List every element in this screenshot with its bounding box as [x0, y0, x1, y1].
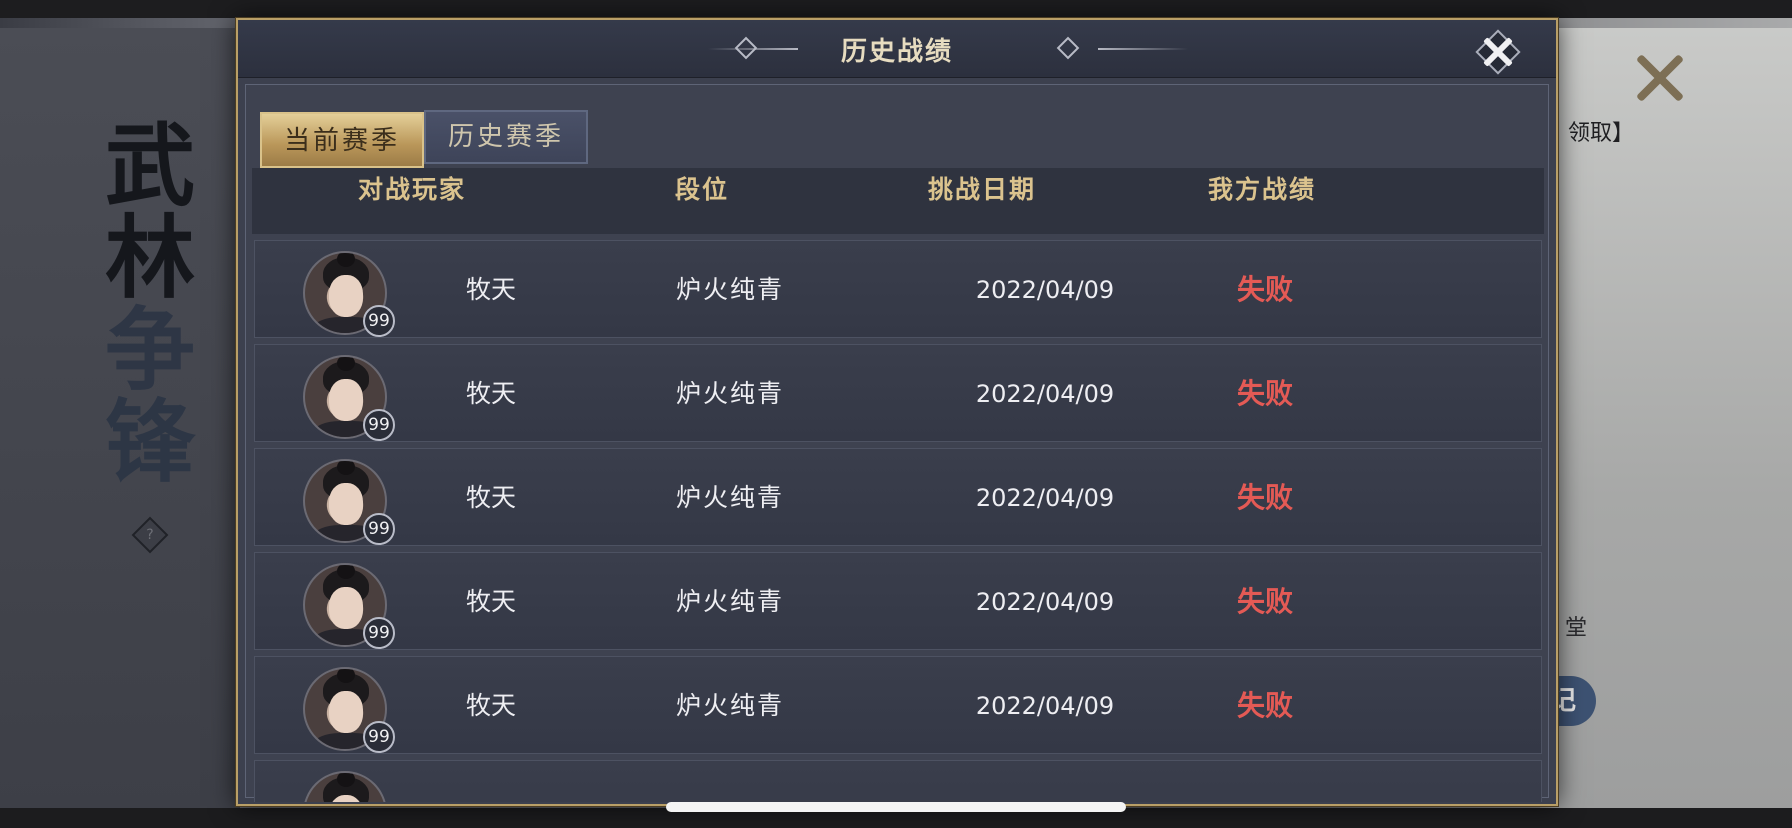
player-name: 牧天 — [465, 691, 516, 720]
column-header-result: 我方战绩 — [1207, 175, 1316, 204]
challenge-date: 2022/04/09 — [975, 588, 1115, 616]
player-avatar — [303, 771, 387, 802]
table-row[interactable]: 99 牧天 炉火纯青 2022/04/09 失败 — [254, 656, 1542, 754]
calligraphy-char: 武 — [105, 113, 195, 219]
player-name: 牧天 — [465, 483, 516, 512]
event-calligraphy-title: 武 林 争 锋 — [100, 120, 200, 488]
table-row[interactable]: 99 牧天 炉火纯青 2022/04/09 失败 — [254, 344, 1542, 442]
calligraphy-char: 林 — [105, 205, 195, 311]
rank: 炉火纯青 — [675, 691, 784, 720]
result-defeat: 失败 — [1236, 377, 1293, 410]
table-row[interactable]: 99 牧天 炉火纯青 2022/04/09 失败 — [254, 552, 1542, 650]
close-icon[interactable] — [1475, 29, 1521, 75]
calligraphy-char: 争 — [105, 297, 195, 403]
level-badge: 99 — [363, 409, 395, 441]
table-row[interactable]: 99 牧天 炉火纯青 2022/04/09 失败 — [254, 448, 1542, 546]
background-close-icon[interactable] — [1632, 50, 1688, 106]
background-text: 领取】 — [1568, 121, 1635, 146]
battle-record-list[interactable]: 99 牧天 炉火纯青 2022/04/09 失败 99 牧天 炉火纯青 2022… — [254, 240, 1542, 802]
level-badge: 99 — [363, 617, 395, 649]
level-badge: 99 — [363, 513, 395, 545]
level-badge: 99 — [363, 721, 395, 753]
background-text: 堂 — [1565, 616, 1588, 641]
table-row[interactable]: 99 牧天 炉火纯青 2022/04/09 失败 — [254, 240, 1542, 338]
result-defeat: 失败 — [1236, 585, 1293, 618]
result-defeat: 失败 — [1236, 273, 1293, 306]
challenge-date: 2022/04/09 — [975, 276, 1115, 304]
table-row-partial[interactable] — [254, 760, 1542, 802]
ornament-right — [1098, 48, 1188, 50]
dialog-title: 历史战绩 — [840, 37, 953, 67]
rank: 炉火纯青 — [675, 483, 784, 512]
result-defeat: 失败 — [1236, 689, 1293, 722]
rank: 炉火纯青 — [675, 587, 784, 616]
challenge-date: 2022/04/09 — [975, 484, 1115, 512]
player-name: 牧天 — [465, 587, 516, 616]
challenge-date: 2022/04/09 — [975, 692, 1115, 720]
challenge-date: 2022/04/09 — [975, 380, 1115, 408]
player-name: 牧天 — [465, 275, 516, 304]
player-name: 牧天 — [465, 379, 516, 408]
calligraphy-char: 锋 — [105, 389, 195, 495]
level-badge: 99 — [363, 305, 395, 337]
home-indicator[interactable] — [666, 802, 1126, 812]
top-bar — [0, 0, 1792, 18]
rank: 炉火纯青 — [675, 275, 784, 304]
dialog-header: 历史战绩 — [238, 20, 1556, 78]
table-header: 对战玩家 段位 挑战日期 我方战绩 — [252, 168, 1544, 234]
rank: 炉火纯青 — [675, 379, 784, 408]
result-defeat: 失败 — [1236, 481, 1293, 514]
column-header-player: 对战玩家 — [357, 175, 466, 204]
column-header-rank: 段位 — [674, 175, 729, 204]
column-header-date: 挑战日期 — [927, 175, 1036, 204]
tab-history-season[interactable]: 历史赛季 — [424, 110, 588, 164]
